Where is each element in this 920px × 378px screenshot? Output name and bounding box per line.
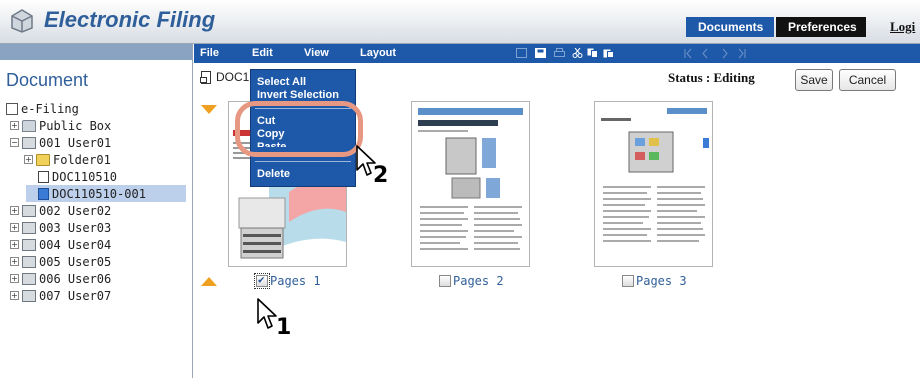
filing-logo-icon <box>11 9 33 33</box>
document-icon <box>200 70 211 84</box>
save-icon[interactable] <box>535 48 546 58</box>
tree-node-efiling[interactable]: e-Filing <box>6 100 79 117</box>
tree-node-label: 001 User01 <box>39 135 112 150</box>
tree-node-user02[interactable]: + 002 User02 <box>10 202 111 219</box>
page-label: Pages 1 <box>270 274 321 288</box>
page-label: Pages 3 <box>636 274 687 288</box>
scroll-up-arrow-icon[interactable] <box>201 277 217 286</box>
tree-node-user01[interactable]: − 001 User01 <box>10 134 111 151</box>
menu-item-delete[interactable]: Delete <box>257 168 290 181</box>
user-box-icon <box>22 136 36 149</box>
tree-node-user06[interactable]: + 006 User06 <box>10 270 111 287</box>
manual-page-thumbnail <box>601 108 709 242</box>
document-name-text: DOC1 <box>216 70 250 84</box>
tree-node-user05[interactable]: + 005 User05 <box>10 253 111 270</box>
document-name: DOC1 <box>200 70 249 84</box>
tree-node-public-box[interactable]: + Public Box <box>10 117 111 134</box>
menu-file[interactable]: File <box>200 44 219 63</box>
tree-node-folder01[interactable]: + Folder01 <box>24 151 111 168</box>
tree-node-user03[interactable]: + 003 User03 <box>10 219 111 236</box>
checkbox-icon[interactable] <box>622 275 634 287</box>
user-box-icon <box>22 272 36 285</box>
page-checkbox-3[interactable]: Pages 3 <box>622 274 687 288</box>
sidebar-bar <box>0 44 192 60</box>
menu-divider <box>255 161 351 162</box>
copy-highlight-ring <box>235 101 363 157</box>
tree-node-label: 007 User07 <box>39 288 112 303</box>
app-logo: Electronic Filing <box>8 6 215 34</box>
checkbox-checked-icon[interactable] <box>254 273 270 289</box>
filing-icon <box>6 102 18 115</box>
tree-node-label: DOC110510-001 <box>52 186 146 201</box>
tree-node-user04[interactable]: + 004 User04 <box>10 236 111 253</box>
cancel-button[interactable]: Cancel <box>839 69 896 91</box>
pager-icons <box>684 48 746 59</box>
tree-node-label: 002 User02 <box>39 203 112 218</box>
copy-icon[interactable] <box>587 48 598 58</box>
app-title: Electronic Filing <box>44 7 216 32</box>
user-box-icon <box>22 255 36 268</box>
menu-edit[interactable]: Edit <box>252 44 273 63</box>
status-text: Status : Editing <box>668 70 755 85</box>
menu-bar: File Edit View Layout <box>194 44 920 63</box>
tree-node-doc110510[interactable]: DOC110510 <box>38 168 117 185</box>
tree-node-label: e-Filing <box>21 101 79 116</box>
documents-tab[interactable]: Documents <box>686 17 774 37</box>
box-icon <box>22 119 36 132</box>
tree-node-label: Public Box <box>39 118 112 133</box>
expand-icon[interactable]: + <box>10 257 19 266</box>
tree-node-label: Folder01 <box>53 152 111 167</box>
collapse-icon[interactable]: − <box>10 138 19 147</box>
checkbox-icon[interactable] <box>439 275 451 287</box>
tree-node-label: 006 User06 <box>39 271 112 286</box>
document-icon <box>38 187 49 200</box>
app-header: Electronic Filing Documents Preferences … <box>0 0 920 44</box>
expand-icon[interactable]: + <box>10 274 19 283</box>
preferences-tab[interactable]: Preferences <box>776 17 866 37</box>
page-checkbox-1[interactable]: Pages 1 <box>254 273 321 289</box>
logout-link[interactable]: Logi <box>890 19 915 35</box>
user-box-icon <box>22 238 36 251</box>
save-button[interactable]: Save <box>795 69 833 91</box>
user-box-icon <box>22 221 36 234</box>
scroll-down-arrow-icon[interactable] <box>201 105 217 114</box>
zoom-icon[interactable] <box>516 48 527 58</box>
document-icon <box>38 170 49 183</box>
sidebar: Document e-Filing + Public Box − 001 Use… <box>0 44 193 378</box>
sidebar-title: Document <box>6 70 89 90</box>
expand-icon[interactable]: + <box>10 240 19 249</box>
page-checkbox-2[interactable]: Pages 2 <box>439 274 504 288</box>
print-icon[interactable] <box>554 48 565 58</box>
menu-view[interactable]: View <box>304 44 329 63</box>
tree-node-label: 005 User05 <box>39 254 112 269</box>
tree-node-doc110510-001[interactable]: DOC110510-001 <box>26 185 186 202</box>
expand-icon[interactable]: + <box>10 223 19 232</box>
menu-layout[interactable]: Layout <box>360 44 396 63</box>
mouse-pointer-icon <box>257 298 277 329</box>
folder-icon <box>36 153 50 166</box>
page-thumbnail-3[interactable] <box>594 101 713 267</box>
expand-icon[interactable]: + <box>10 121 19 130</box>
user-box-icon <box>22 289 36 302</box>
manual-page-thumbnail <box>418 108 523 250</box>
tree-node-label: DOC110510 <box>52 169 118 184</box>
expand-icon[interactable]: + <box>10 291 19 300</box>
user-box-icon <box>22 204 36 217</box>
expand-icon[interactable]: + <box>24 155 33 164</box>
step-number-1: 1 <box>276 315 292 340</box>
expand-icon[interactable]: + <box>10 206 19 215</box>
paste-icon[interactable] <box>603 48 614 58</box>
page-label: Pages 2 <box>453 274 504 288</box>
tree-node-label: 004 User04 <box>39 237 112 252</box>
tree-node-label: 003 User03 <box>39 220 112 235</box>
menu-item-select-all[interactable]: Select All <box>257 76 306 89</box>
cut-icon[interactable] <box>572 48 583 58</box>
page-thumbnail-2[interactable] <box>411 101 530 267</box>
tree-node-user07[interactable]: + 007 User07 <box>10 287 111 304</box>
step-number-2: 2 <box>373 163 389 188</box>
